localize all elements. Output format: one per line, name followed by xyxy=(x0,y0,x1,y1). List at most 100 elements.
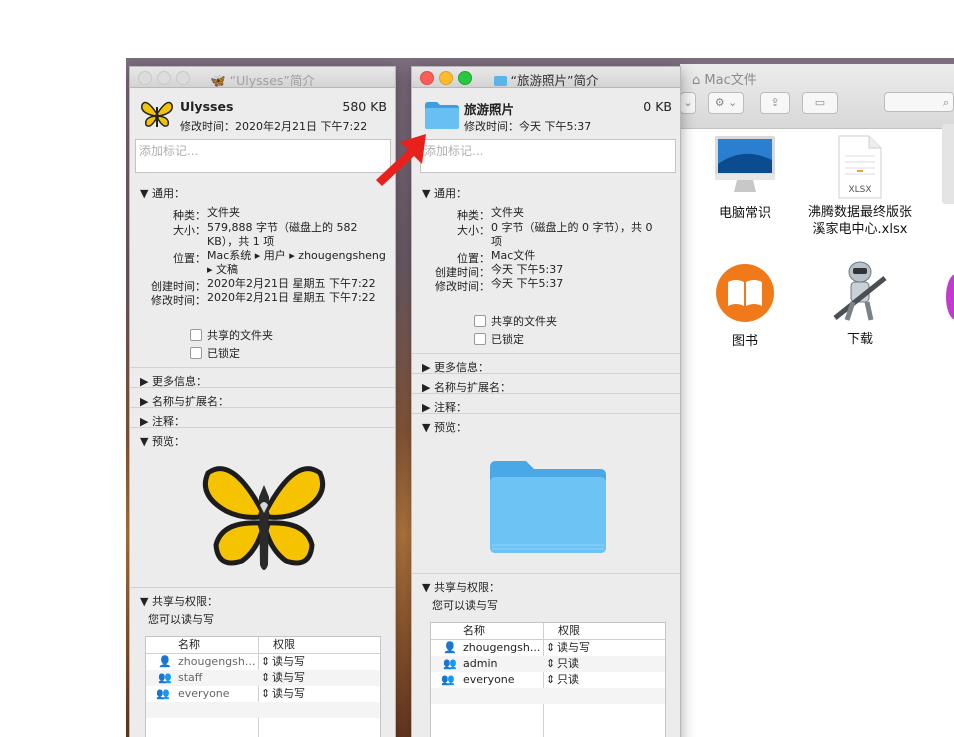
table-row[interactable]: 👥 staff ⇕ 读与写 xyxy=(146,670,380,686)
shared-folder-checkbox[interactable] xyxy=(190,329,202,341)
finder-item-downloads[interactable]: 下载 xyxy=(800,258,920,347)
table-row[interactable]: 👤 zhougengsh... ⇕ 读与写 xyxy=(146,654,380,670)
divider xyxy=(412,413,680,414)
created-value: 2020年2月21日 星期五 下午7:22 xyxy=(207,277,376,290)
desktop-background: ⌂ Mac文件 ⌄ ⚙ ⌄ ⇪ ▭ ⌕ 电脑常识 XLSX 沸腾数据最终版张 溪… xyxy=(126,58,954,737)
info-window-travel-photos: “旅游照片”简介 旅游照片 0 KB 修改时间：今天 下午5:37 添加标记..… xyxy=(411,66,681,737)
window-title: “旅游照片”简介 xyxy=(412,70,680,89)
shared-folder-label: 共享的文件夹 xyxy=(207,329,273,342)
section-preview-toggle[interactable]: ▼ 预览： xyxy=(140,433,185,449)
view-menu-button[interactable]: ⌄ xyxy=(680,92,696,114)
column-header-name[interactable]: 名称 xyxy=(463,623,485,639)
where-value: Mac系统 ▸ 用户 ▸ zhougengsheng ▸ 文稿 xyxy=(207,249,386,276)
column-header-name[interactable]: 名称 xyxy=(178,637,200,653)
divider xyxy=(130,387,395,388)
table-row[interactable]: 👥 everyone ⇕ 只读 xyxy=(431,672,665,688)
finder-item-xlsx[interactable]: XLSX 沸腾数据最终版张 溪家电中心.xlsx xyxy=(800,134,920,238)
created-value: 今天 下午5:37 xyxy=(491,263,564,276)
finder-item-computer[interactable]: 电脑常识 xyxy=(690,134,800,221)
section-preview-toggle[interactable]: ▼ 预览： xyxy=(422,419,467,435)
group-icon: 👥 xyxy=(158,671,172,684)
finder-item-label: 下载 xyxy=(846,332,873,347)
automator-robot-icon xyxy=(833,261,887,321)
shared-folder-checkbox[interactable] xyxy=(474,315,486,327)
item-name: Ulysses xyxy=(180,99,234,114)
divider xyxy=(130,587,395,588)
folder-preview-image xyxy=(490,461,606,553)
kind-value: 文件夹 xyxy=(207,206,240,219)
finder-item-books[interactable]: 图书 xyxy=(690,262,800,349)
divider xyxy=(130,367,395,368)
folder-icon xyxy=(493,76,507,86)
tags-button[interactable]: ▭ xyxy=(802,92,838,114)
tag-input[interactable]: 添加标记... xyxy=(420,139,676,173)
books-app-icon xyxy=(716,264,774,322)
search-field[interactable]: ⌕ xyxy=(884,92,954,112)
column-header-privilege[interactable]: 权限 xyxy=(273,637,295,653)
section-general-toggle[interactable]: ▼ 通用： xyxy=(140,185,185,201)
watermark: 知乎 @周庚胜 xyxy=(752,688,911,716)
window-titlebar[interactable]: “旅游照片”简介 xyxy=(412,67,680,88)
tag-icon: ▭ xyxy=(814,96,826,109)
ulysses-app-icon xyxy=(141,101,173,127)
section-sharing-toggle[interactable]: ▼ 共享与权限： xyxy=(422,579,500,595)
locked-checkbox[interactable] xyxy=(474,333,486,345)
size-value: 0 字节（磁盘上的 0 字节），共 0项 xyxy=(491,221,653,248)
window-titlebar[interactable]: 🦋 “Ulysses”简介 xyxy=(130,67,395,88)
kind-label: 种类： xyxy=(457,209,490,222)
everyone-icon: 👥 xyxy=(441,673,455,686)
privilege-stepper-icon[interactable]: ⇕ xyxy=(546,672,555,688)
divider xyxy=(412,393,680,394)
modified-value: 2020年2月21日 星期五 下午7:22 xyxy=(207,291,376,304)
table-row-empty xyxy=(146,702,380,718)
size-value: 579,888 字节（磁盘上的 582 KB），共 1 项 xyxy=(207,221,358,248)
xlsx-badge: XLSX xyxy=(848,185,872,195)
where-label: 位置： xyxy=(173,252,206,265)
item-size: 580 KB xyxy=(342,99,387,114)
table-row[interactable]: 👤 zhougengsh... ⇕ 读与写 xyxy=(431,640,665,656)
tag-input[interactable]: 添加标记... xyxy=(135,139,391,173)
share-icon: ⇪ xyxy=(770,96,780,109)
annotation-arrow-icon xyxy=(376,134,426,186)
ulysses-preview-image xyxy=(202,466,326,570)
size-label: 大小： xyxy=(173,224,206,237)
divider xyxy=(412,573,680,574)
section-sharing-toggle[interactable]: ▼ 共享与权限： xyxy=(140,593,218,609)
modified-value: 今天 下午5:37 xyxy=(491,277,564,290)
home-folder-icon: ⌂ xyxy=(692,73,701,88)
disclosure-open-icon: ▼ xyxy=(422,581,431,594)
item-size: 0 KB xyxy=(643,99,672,114)
user-icon: 👤 xyxy=(443,641,457,654)
butterfly-icon: 🦋 xyxy=(210,73,226,88)
finder-window: ⌂ Mac文件 ⌄ ⚙ ⌄ ⇪ ▭ ⌕ 电脑常识 XLSX 沸腾数据最终版张 溪… xyxy=(680,64,954,737)
search-icon: ⌕ xyxy=(942,96,949,109)
divider xyxy=(412,353,680,354)
kind-label: 种类： xyxy=(173,209,206,222)
finder-item-partial[interactable] xyxy=(942,124,954,204)
action-gear-button[interactable]: ⚙ ⌄ xyxy=(708,92,744,114)
finder-item-label: 电脑常识 xyxy=(718,206,771,221)
table-row[interactable]: 👥 admin ⇕ 只读 xyxy=(431,656,665,672)
share-button[interactable]: ⇪ xyxy=(760,92,790,114)
privilege-stepper-icon[interactable]: ⇕ xyxy=(261,654,270,670)
sharing-note: 您可以读与写 xyxy=(432,599,498,612)
sharing-note: 您可以读与写 xyxy=(148,613,214,626)
finder-item-partial-purple[interactable] xyxy=(946,274,954,320)
divider xyxy=(412,373,680,374)
column-header-privilege[interactable]: 权限 xyxy=(558,623,580,639)
permissions-table: 名称 权限 👤 zhougengsh... ⇕ 读与写 👥 staff ⇕ 读与… xyxy=(145,636,381,737)
finder-title: ⌂ Mac文件 xyxy=(692,73,757,88)
table-row-empty xyxy=(431,688,665,704)
table-row[interactable]: 👥 everyone ⇕ 读与写 xyxy=(146,686,380,702)
privilege-stepper-icon[interactable]: ⇕ xyxy=(546,656,555,672)
everyone-icon: 👥 xyxy=(156,687,170,700)
locked-checkbox[interactable] xyxy=(190,347,202,359)
privilege-stepper-icon[interactable]: ⇕ xyxy=(261,686,270,702)
user-icon: 👤 xyxy=(158,655,172,668)
permissions-table: 名称 权限 👤 zhougengsh... ⇕ 读与写 👥 admin ⇕ 只读… xyxy=(430,622,666,737)
group-icon: 👥 xyxy=(443,657,457,670)
privilege-stepper-icon[interactable]: ⇕ xyxy=(261,670,270,686)
privilege-stepper-icon[interactable]: ⇕ xyxy=(546,640,555,656)
item-name: 旅游照片 xyxy=(464,102,515,117)
folder-icon xyxy=(425,102,459,129)
